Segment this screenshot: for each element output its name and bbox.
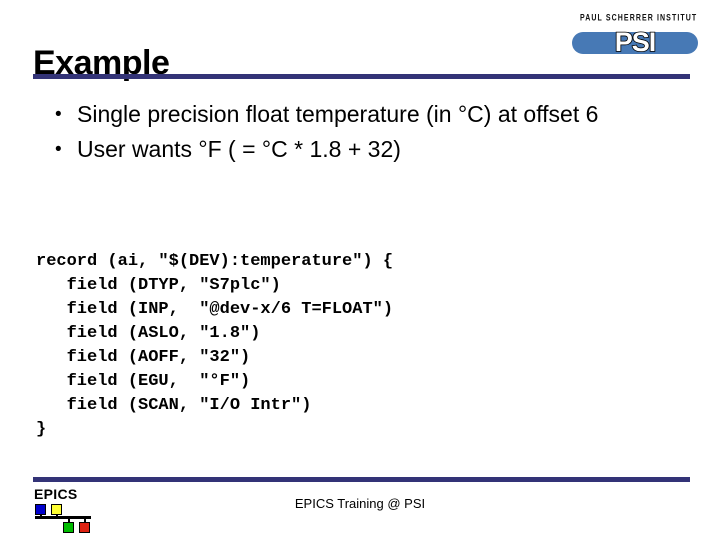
slide-canvas: Example PAUL SCHERRER INSTITUT PSI Singl… bbox=[0, 0, 720, 540]
bullet-list: Single precision float temperature (in °… bbox=[33, 98, 673, 168]
psi-logo-letters: PSI bbox=[614, 26, 657, 58]
record-code-block: record (ai, "$(DEV):temperature") { fiel… bbox=[36, 252, 394, 439]
list-item: Single precision float temperature (in °… bbox=[33, 98, 673, 131]
epics-node-red-icon bbox=[79, 522, 90, 533]
header-divider bbox=[33, 74, 690, 79]
footer-divider bbox=[33, 477, 690, 482]
footer-label: EPICS Training @ PSI bbox=[294, 496, 426, 511]
epics-node-green-icon bbox=[63, 522, 74, 533]
list-item: User wants °F ( = °C * 1.8 + 32) bbox=[33, 133, 673, 166]
psi-logo: PAUL SCHERRER INSTITUT PSI bbox=[572, 14, 698, 60]
psi-logo-wordmark: PAUL SCHERRER INSTITUT bbox=[580, 14, 698, 23]
epics-bus-line bbox=[35, 516, 91, 519]
